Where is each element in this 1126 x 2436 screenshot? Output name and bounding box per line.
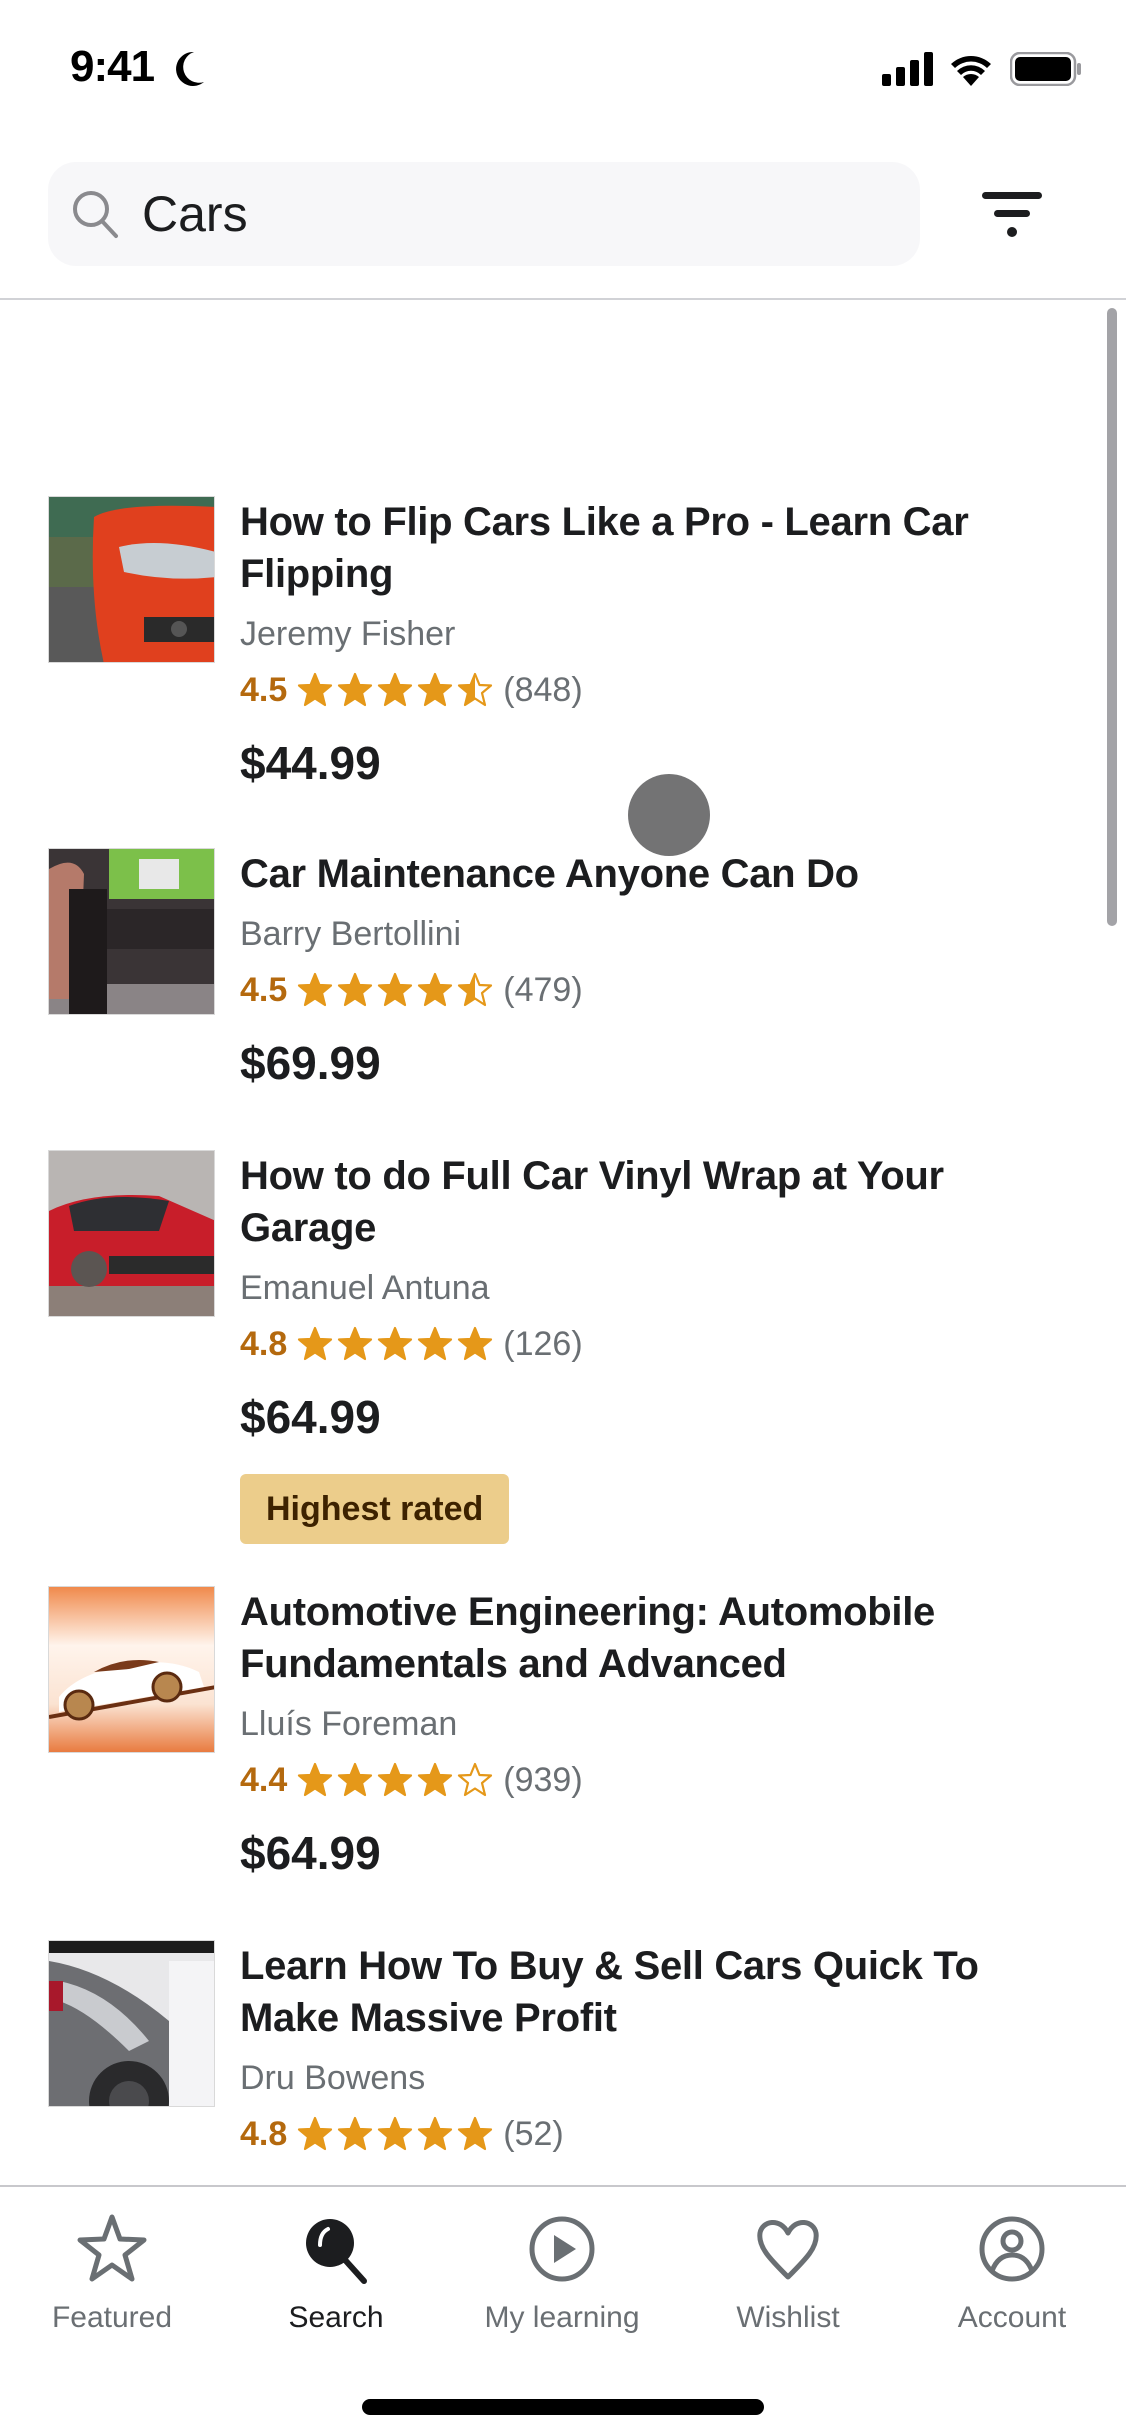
search-icon — [306, 2219, 367, 2284]
star-rating — [297, 2116, 493, 2152]
course-thumbnail — [48, 1940, 215, 2107]
account-icon — [979, 2216, 1045, 2282]
course-instructor: Barry Bertollini — [240, 915, 462, 953]
course-instructor: Jeremy Fisher — [240, 615, 456, 653]
review-count: (52) — [503, 2114, 564, 2153]
course-title[interactable]: Car Maintenance Anyone Can Do — [240, 848, 1000, 900]
star-full-icon — [378, 1762, 413, 1797]
review-count: (479) — [503, 970, 583, 1009]
tab-bar: Featured Search My learning Wishlist Acc… — [0, 2185, 1126, 2436]
course-thumbnail — [48, 1586, 215, 1753]
course-title[interactable]: Automotive Engineering: Automobile Funda… — [240, 1586, 1000, 1690]
rating-value: 4.5 — [240, 970, 288, 1009]
tab-label: Search — [288, 2301, 384, 2334]
heart-icon — [757, 2220, 819, 2280]
star-full-icon — [298, 2116, 333, 2151]
star-full-icon — [338, 972, 373, 1007]
course-thumbnail — [48, 848, 215, 1015]
star-full-icon — [298, 972, 333, 1007]
star-rating — [297, 972, 493, 1008]
star-full-icon — [338, 672, 373, 707]
course-instructor: Dru Bowens — [240, 2059, 426, 2097]
tab-label: Featured — [51, 2301, 173, 2334]
star-half-icon — [458, 972, 493, 1007]
search-field[interactable] — [48, 162, 920, 266]
rating-value: 4.5 — [240, 670, 288, 709]
tab-my-learning[interactable]: My learning — [462, 2211, 662, 2335]
star-rating — [297, 672, 493, 708]
search-icon — [73, 191, 118, 238]
home-indicator[interactable] — [362, 2399, 764, 2415]
touch-indicator — [628, 774, 710, 856]
course-title[interactable]: Learn How To Buy & Sell Cars Quick To Ma… — [240, 1940, 1000, 2044]
course-price: $44.99 — [240, 737, 381, 789]
star-full-icon — [418, 672, 453, 707]
moon-icon — [176, 51, 204, 86]
rating-row: 4.8 (126) — [240, 1324, 1000, 1364]
star-full-icon — [378, 1326, 413, 1361]
review-count: (126) — [503, 1324, 583, 1363]
course-title[interactable]: How to do Full Car Vinyl Wrap at Your Ga… — [240, 1150, 1000, 1254]
star-full-icon — [418, 972, 453, 1007]
star-full-icon — [458, 2116, 493, 2151]
star-rating — [297, 1762, 493, 1798]
review-count: (848) — [503, 670, 583, 709]
course-list: How to Flip Cars Like a Pro - Learn Car … — [0, 300, 1100, 2186]
search-input[interactable] — [142, 185, 902, 243]
scrollbar[interactable] — [1107, 308, 1117, 926]
rating-row: 4.5 (848) — [240, 670, 1000, 710]
tab-label: My learning — [484, 2301, 640, 2334]
star-icon — [77, 2214, 147, 2282]
star-full-icon — [418, 1762, 453, 1797]
tab-search[interactable]: Search — [236, 2211, 436, 2335]
highest-rated-badge: Highest rated — [240, 1474, 510, 1544]
course-title[interactable]: How to Flip Cars Like a Pro - Learn Car … — [240, 496, 1000, 600]
star-half-icon — [458, 672, 493, 707]
star-full-icon — [338, 1762, 373, 1797]
tab-account[interactable]: Account — [912, 2211, 1112, 2335]
rating-value: 4.4 — [240, 1760, 288, 1799]
tab-label: Wishlist — [736, 2301, 840, 2334]
search-header — [0, 130, 1126, 300]
rating-row: 4.4 (939) — [240, 1760, 1000, 1800]
rating-value: 4.8 — [240, 1324, 288, 1363]
tab-featured[interactable]: Featured — [12, 2211, 212, 2335]
star-full-icon — [338, 1326, 373, 1361]
course-instructor: Lluís Foreman — [240, 1705, 458, 1743]
star-full-icon — [338, 2116, 373, 2151]
star-full-icon — [298, 672, 333, 707]
course-price: $64.99 — [240, 1391, 381, 1443]
tab-wishlist[interactable]: Wishlist — [688, 2211, 888, 2335]
star-full-icon — [418, 1326, 453, 1361]
status-time: 9:41 — [70, 42, 155, 91]
course-price: $64.99 — [240, 1827, 381, 1879]
rating-row: 4.5 (479) — [240, 970, 1000, 1010]
rating-row: 4.8 (52) — [240, 2114, 1000, 2154]
course-instructor: Emanuel Antuna — [240, 1269, 490, 1307]
filter-icon[interactable] — [980, 188, 1044, 240]
star-rating — [297, 1326, 493, 1362]
course-thumbnail — [48, 1150, 215, 1317]
star-full-icon — [458, 1326, 493, 1361]
course-price: $69.99 — [240, 1037, 381, 1089]
review-count: (939) — [503, 1760, 583, 1799]
tab-label: Account — [957, 2301, 1067, 2334]
star-full-icon — [298, 1762, 333, 1797]
star-full-icon — [418, 2116, 453, 2151]
star-full-icon — [378, 972, 413, 1007]
star-full-icon — [378, 672, 413, 707]
play-circle-icon — [529, 2216, 595, 2282]
star-full-icon — [298, 1326, 333, 1361]
status-bar: 9:41 — [0, 0, 1126, 130]
wifi-icon — [951, 56, 991, 86]
cellular-signal-icon — [882, 52, 933, 86]
battery-icon — [1010, 52, 1081, 86]
star-full-icon — [378, 2116, 413, 2151]
course-thumbnail — [48, 496, 215, 663]
rating-value: 4.8 — [240, 2114, 288, 2153]
star-empty-icon — [458, 1762, 493, 1797]
